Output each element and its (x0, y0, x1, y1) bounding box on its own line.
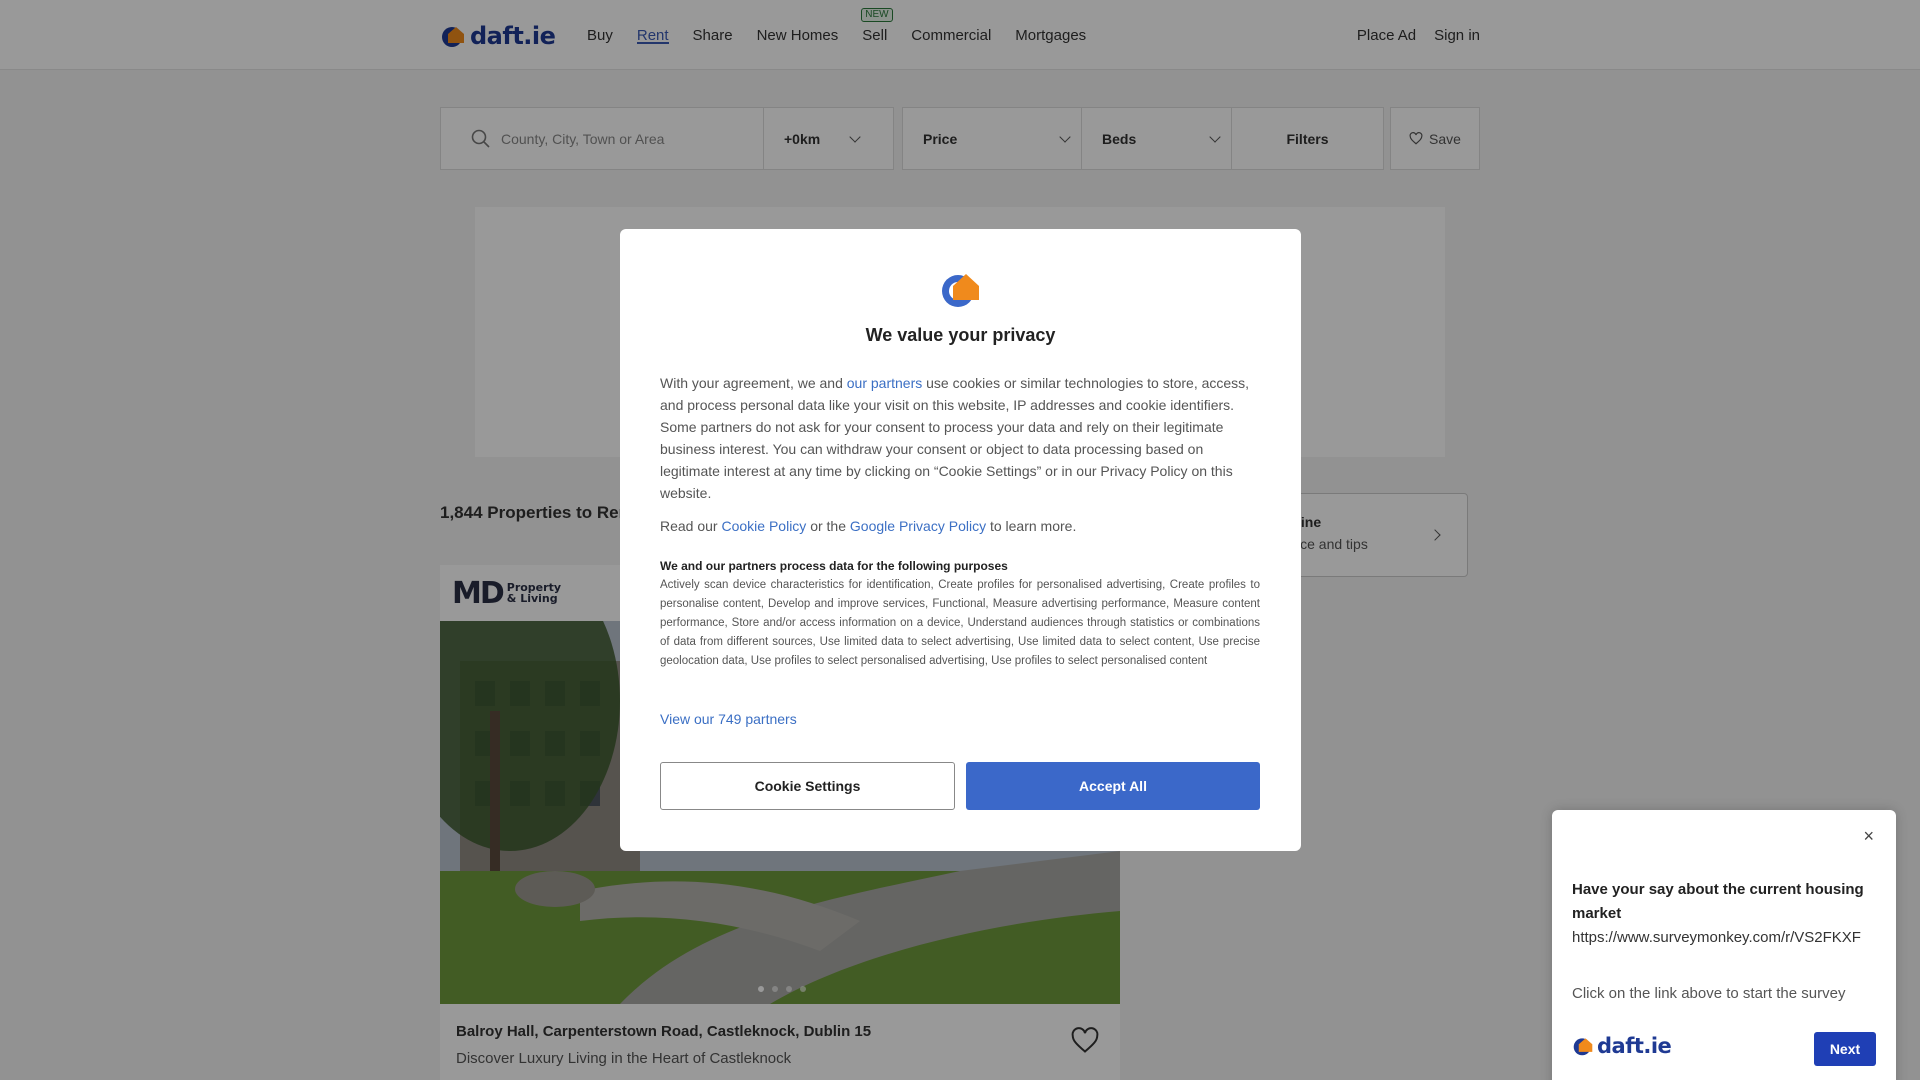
house-logo-icon (1573, 1038, 1593, 1056)
purposes-heading: We and our partners process data for the… (660, 559, 1008, 573)
google-privacy-policy-link[interactable]: Google Privacy Policy (850, 518, 986, 534)
survey-daft-logo: daft.ie (1572, 1034, 1672, 1058)
close-icon[interactable]: × (1863, 826, 1874, 847)
consent-description: With your agreement, we and our partners… (660, 372, 1260, 504)
privacy-consent-dialog: We value your privacy With your agreemen… (620, 229, 1301, 851)
purposes-list: Actively scan device characteristics for… (660, 579, 1260, 667)
survey-title: Have your say about the current housing … (1572, 881, 1864, 922)
logo-text: daft.ie (1597, 1034, 1672, 1058)
policy-text: to learn more. (986, 518, 1077, 534)
survey-url[interactable]: https://www.surveymonkey.com/r/VS2FKXF (1572, 926, 1882, 950)
consent-text: use cookies or similar technologies to s… (660, 375, 1250, 501)
daft-house-logo-icon (942, 274, 979, 307)
policy-links-text: Read our Cookie Policy or the Google Pri… (660, 518, 1260, 534)
consent-text: With your agreement, we and (660, 375, 847, 391)
cookie-settings-button[interactable]: Cookie Settings (660, 762, 955, 810)
policy-text: Read our (660, 518, 722, 534)
purposes-section: We and our partners process data for the… (660, 557, 1260, 671)
our-partners-link[interactable]: our partners (847, 375, 922, 391)
cookie-policy-link[interactable]: Cookie Policy (721, 518, 806, 534)
policy-text: or the (806, 518, 850, 534)
dialog-title: We value your privacy (865, 325, 1056, 345)
survey-instruction: Click on the link above to start the sur… (1572, 985, 1846, 1002)
view-partners-link[interactable]: View our 749 partners (660, 711, 797, 727)
survey-popup: × Have your say about the current housin… (1552, 810, 1896, 1080)
next-button[interactable]: Next (1814, 1032, 1876, 1066)
accept-all-button[interactable]: Accept All (966, 762, 1260, 810)
